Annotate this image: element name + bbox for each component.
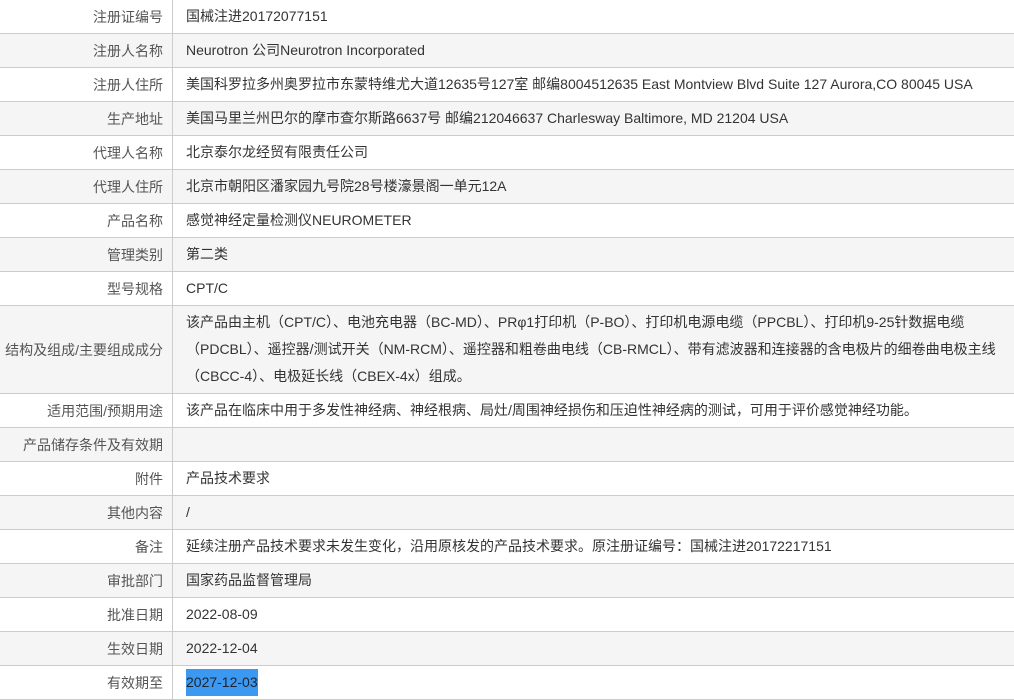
table-row: 注册证编号 国械注进20172077151: [0, 0, 1014, 34]
row-value-text: 产品技术要求: [186, 470, 270, 486]
table-row: 产品储存条件及有效期: [0, 428, 1014, 462]
row-value-text: 感觉神经定量检测仪NEUROMETER: [186, 212, 412, 228]
table-row: 有效期至 2027-12-03: [0, 666, 1014, 700]
row-value: 第二类: [173, 238, 1014, 271]
row-label: 注册人住所: [0, 68, 173, 101]
registration-table: 注册证编号 国械注进20172077151 注册人名称 Neurotron 公司…: [0, 0, 1014, 700]
table-row: 注册人住所 美国科罗拉多州奥罗拉市东蒙特维尤大道12635号127室 邮编800…: [0, 68, 1014, 102]
row-value-text: 2022-12-04: [186, 640, 258, 656]
table-row: 附件 产品技术要求: [0, 462, 1014, 496]
row-label: 代理人名称: [0, 136, 173, 169]
row-label: 批准日期: [0, 598, 173, 631]
row-value: 北京市朝阳区潘家园九号院28号楼濠景阁一单元12A: [173, 170, 1014, 203]
row-label: 注册证编号: [0, 0, 173, 33]
row-label: 结构及组成/主要组成成分: [0, 306, 173, 393]
row-value-text: 延续注册产品技术要求未发生变化，沿用原核发的产品技术要求。原注册证编号：国械注进…: [186, 538, 832, 554]
row-value-text: /: [186, 504, 190, 520]
row-label: 产品储存条件及有效期: [0, 428, 173, 461]
table-row: 生产地址 美国马里兰州巴尔的摩市查尔斯路6637号 邮编212046637 Ch…: [0, 102, 1014, 136]
row-value-text: 北京泰尔龙经贸有限责任公司: [186, 144, 368, 160]
row-label: 管理类别: [0, 238, 173, 271]
row-value: 该产品在临床中用于多发性神经病、神经根病、局灶/周围神经损伤和压迫性神经病的测试…: [173, 394, 1014, 427]
row-value-text: 国械注进20172077151: [186, 8, 328, 24]
table-row: 批准日期 2022-08-09: [0, 598, 1014, 632]
row-label: 附件: [0, 462, 173, 495]
row-value: 该产品由主机（CPT/C）、电池充电器（BC-MD）、PRφ1打印机（P-BO）…: [173, 306, 1014, 393]
selected-text: 2027-12-03: [186, 669, 258, 696]
row-value: 2022-08-09: [173, 598, 1014, 631]
row-value: CPT/C: [173, 272, 1014, 305]
table-row: 审批部门 国家药品监督管理局: [0, 564, 1014, 598]
table-row: 产品名称 感觉神经定量检测仪NEUROMETER: [0, 204, 1014, 238]
row-label: 型号规格: [0, 272, 173, 305]
row-label: 审批部门: [0, 564, 173, 597]
table-row: 适用范围/预期用途 该产品在临床中用于多发性神经病、神经根病、局灶/周围神经损伤…: [0, 394, 1014, 428]
row-value-text: 美国科罗拉多州奥罗拉市东蒙特维尤大道12635号127室 邮编800451263…: [186, 76, 973, 92]
row-value: 2027-12-03: [173, 666, 1014, 699]
row-label: 生效日期: [0, 632, 173, 665]
table-row: 其他内容 /: [0, 496, 1014, 530]
row-label: 备注: [0, 530, 173, 563]
row-value: 国家药品监督管理局: [173, 564, 1014, 597]
row-value: 2022-12-04: [173, 632, 1014, 665]
row-value-text: 第二类: [186, 246, 228, 262]
row-label: 有效期至: [0, 666, 173, 699]
row-value: /: [173, 496, 1014, 529]
table-row: 生效日期 2022-12-04: [0, 632, 1014, 666]
table-row: 结构及组成/主要组成成分 该产品由主机（CPT/C）、电池充电器（BC-MD）、…: [0, 306, 1014, 394]
table-row: 型号规格 CPT/C: [0, 272, 1014, 306]
row-value: [173, 428, 1014, 461]
row-label: 产品名称: [0, 204, 173, 237]
row-value: Neurotron 公司Neurotron Incorporated: [173, 34, 1014, 67]
row-value: 国械注进20172077151: [173, 0, 1014, 33]
row-value: 产品技术要求: [173, 462, 1014, 495]
table-row: 代理人住所 北京市朝阳区潘家园九号院28号楼濠景阁一单元12A: [0, 170, 1014, 204]
row-value-text: Neurotron 公司Neurotron Incorporated: [186, 42, 425, 58]
row-value: 延续注册产品技术要求未发生变化，沿用原核发的产品技术要求。原注册证编号：国械注进…: [173, 530, 1014, 563]
table-row: 代理人名称 北京泰尔龙经贸有限责任公司: [0, 136, 1014, 170]
row-value: 感觉神经定量检测仪NEUROMETER: [173, 204, 1014, 237]
row-label: 注册人名称: [0, 34, 173, 67]
row-value: 北京泰尔龙经贸有限责任公司: [173, 136, 1014, 169]
row-value: 美国科罗拉多州奥罗拉市东蒙特维尤大道12635号127室 邮编800451263…: [173, 68, 1014, 101]
row-value-text: 国家药品监督管理局: [186, 572, 312, 588]
row-value-text: 该产品在临床中用于多发性神经病、神经根病、局灶/周围神经损伤和压迫性神经病的测试…: [186, 402, 918, 418]
row-value: 美国马里兰州巴尔的摩市查尔斯路6637号 邮编212046637 Charles…: [173, 102, 1014, 135]
table-row: 注册人名称 Neurotron 公司Neurotron Incorporated: [0, 34, 1014, 68]
row-label: 适用范围/预期用途: [0, 394, 173, 427]
row-value-text: 美国马里兰州巴尔的摩市查尔斯路6637号 邮编212046637 Charles…: [186, 110, 789, 126]
row-value-text: 北京市朝阳区潘家园九号院28号楼濠景阁一单元12A: [186, 178, 507, 194]
row-label: 代理人住所: [0, 170, 173, 203]
row-value-text: CPT/C: [186, 280, 228, 296]
table-row: 备注 延续注册产品技术要求未发生变化，沿用原核发的产品技术要求。原注册证编号：国…: [0, 530, 1014, 564]
row-value-text: 2022-08-09: [186, 606, 258, 622]
table-row: 管理类别 第二类: [0, 238, 1014, 272]
page-viewport: 注册证编号 国械注进20172077151 注册人名称 Neurotron 公司…: [0, 0, 1014, 700]
row-value-text: 该产品由主机（CPT/C）、电池充电器（BC-MD）、PRφ1打印机（P-BO）…: [186, 314, 996, 384]
row-label: 其他内容: [0, 496, 173, 529]
row-label: 生产地址: [0, 102, 173, 135]
